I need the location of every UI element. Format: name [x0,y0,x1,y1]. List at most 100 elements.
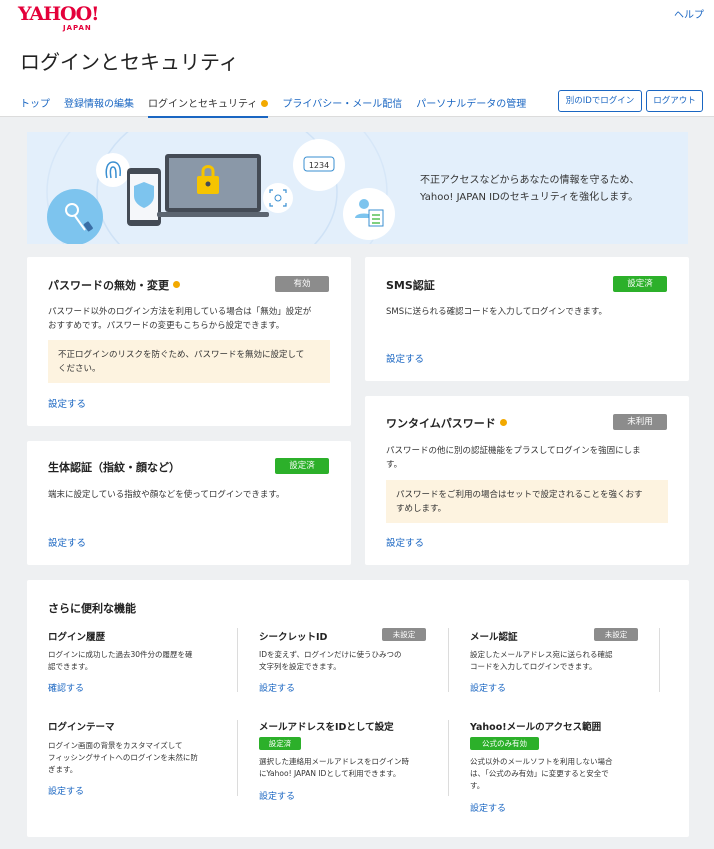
password-settings-link[interactable]: 設定する [48,396,86,410]
desc-line: コードを入力してログインできます。 [470,662,597,671]
security-hero-banner: 1234 不正アクセスなどからあなたの情報を守るため、 Yahoo! JAPAN… [27,132,688,244]
logo-main-text: YAHOO! [18,3,99,25]
password-warning-note: 不正ログインのリスクを防ぐため、パスワードを無効に設定して ください。 [48,340,330,383]
password-card-title-text: パスワードの無効・変更 [48,279,169,292]
page-header: YAHOO! JAPAN ヘルプ ログインとセキュリティ トップ 登録情報の編集… [0,0,714,118]
smartphone-shield-icon [127,168,161,226]
desc-line: 設定したメールアドレス宛に送られる確認 [470,650,613,659]
otp-settings-link[interactable]: 設定する [386,535,424,549]
more-features-title: さらに便利な機能 [48,602,136,615]
feature-login-theme-desc: ログイン画面の背景をカスタマイズして フィッシングサイトへのログインを未然に防 … [48,740,233,776]
user-document-icon [343,188,395,240]
hero-line-1: 不正アクセスなどからあなたの情報を守るため、 [420,175,640,186]
attention-dot-icon [499,419,507,426]
page-title: ログインとセキュリティ [20,50,239,74]
one-time-password-card: ワンタイムパスワード 未利用 パスワードの他に別の認証機能をプラスしてログインを… [365,396,689,565]
sms-auth-card: SMS認証 設定済 SMSに送られる確認コードを入力してログインできます。 設定… [365,257,689,381]
divider [659,628,660,692]
desc-line: おすすめです。パスワードの変更もこちらから設定できます。 [48,321,285,331]
feature-login-history-title: ログイン履歴 [48,632,106,643]
tab-personal-data[interactable]: パーソナルデータの管理 [416,95,526,118]
sms-card-title: SMS認証 [386,279,435,292]
divider [448,720,449,796]
status-badge: 未利用 [613,414,667,430]
bio-card-desc: 端末に設定している指紋や顔などを使ってログインできます。 [48,490,285,500]
sms-settings-link[interactable]: 設定する [386,351,424,365]
desc-line: にYahoo! JAPAN IDとして利用できます。 [259,769,401,778]
status-badge: 有効 [275,276,329,292]
otp-card-desc: パスワードの他に別の認証機能をプラスしてログインを強固にしま す。 [386,444,681,472]
help-link[interactable]: ヘルプ [674,6,704,21]
desc-line: 選択した連絡用メールアドレスをログイン時 [259,757,409,766]
desc-line: 認できます。 [48,662,93,671]
note-line: パスワードをご利用の場合はセットで設定されることを強くおす [396,490,643,500]
feature-secret-id-desc: IDを変えず、ログインだけに使うひみつの 文字列を設定できます。 [259,649,439,673]
divider [448,628,449,692]
logout-button[interactable]: ログアウト [646,90,703,112]
biometric-auth-card: 生体認証（指紋・顔など） 設定済 端末に設定している指紋や顔などを使ってログイン… [27,441,351,565]
note-line: 不正ログインのリスクを防ぐため、パスワードを無効に設定して [58,350,305,360]
note-line: すめします。 [396,504,447,514]
desc-line: す。 [470,781,485,790]
login-history-link[interactable]: 確認する [48,681,84,694]
tab-profile-edit[interactable]: 登録情報の編集 [64,95,134,118]
pin-code-icon: 1234 [293,139,345,191]
otp-card-title: ワンタイムパスワード [386,415,507,431]
desc-line: は、「公式のみ有効」に変更すると安全で [470,769,609,778]
nav-tabs: トップ 登録情報の編集 ログインとセキュリティ プライバシー・メール配信 パーソ… [20,95,540,118]
password-card-desc: パスワード以外のログイン方法を利用している場合は「無効」設定が おすすめです。パ… [48,305,343,333]
tab-privacy-mail[interactable]: プライバシー・メール配信 [282,95,402,118]
login-theme-settings-link[interactable]: 設定する [48,784,84,797]
more-features-card: さらに便利な機能 ログイン履歴 ログインに成功した過去30件分の履歴を確 認でき… [27,580,689,837]
attention-dot-icon [173,281,180,288]
password-card-title: パスワードの無効・変更 [48,277,180,293]
status-badge: 設定済 [259,737,301,750]
desc-line: ぎます。 [48,765,78,774]
mail-as-id-settings-link[interactable]: 設定する [259,789,295,802]
desc-line: IDを変えず、ログインだけに使うひみつの [259,650,402,659]
status-badge: 未設定 [594,628,638,641]
desc-line: パスワード以外のログイン方法を利用している場合は「無効」設定が [48,307,312,317]
sms-card-desc: SMSに送られる確認コードを入力してログインできます。 [386,307,608,317]
fingerprint-icon [96,153,130,187]
status-badge: 設定済 [275,458,329,474]
desc-line: 文字列を設定できます。 [259,662,341,671]
tab-top[interactable]: トップ [20,95,50,118]
divider [237,720,238,796]
desc-line: パスワードの他に別の認証機能をプラスしてログインを強固にしま [386,446,641,456]
tab-login-security[interactable]: ログインとセキュリティ [148,95,269,118]
feature-login-theme-title: ログインテーマ [48,722,115,733]
pin-code-text: 1234 [309,161,329,170]
mail-access-scope-settings-link[interactable]: 設定する [470,801,506,814]
feature-mail-as-id-title: メールアドレスをIDとして設定 [259,722,394,733]
desc-line: ログインに成功した過去30件分の履歴を確 [48,650,193,659]
laptop-lock-icon [157,154,269,217]
desc-line: 公式以外のメールソフトを利用しない場合 [470,757,613,766]
feature-mail-auth-title: メール認証 [470,632,518,643]
mail-auth-settings-link[interactable]: 設定する [470,681,506,694]
face-scan-icon [263,183,293,213]
otp-recommend-note: パスワードをご利用の場合はセットで設定されることを強くおす すめします。 [386,480,668,523]
yahoo-japan-logo[interactable]: YAHOO! JAPAN [18,4,113,32]
feature-mail-access-scope-desc: 公式以外のメールソフトを利用しない場合 は、「公式のみ有効」に変更すると安全で … [470,756,655,792]
logo-sub-text: JAPAN [63,24,92,32]
bio-card-title: 生体認証（指紋・顔など） [48,461,180,474]
key-icon [47,189,103,244]
desc-line: ログイン画面の背景をカスタマイズして [48,741,183,750]
bio-settings-link[interactable]: 設定する [48,535,86,549]
otp-card-title-text: ワンタイムパスワード [386,417,496,430]
login-other-id-button[interactable]: 別のIDでログイン [558,90,642,112]
divider [237,628,238,692]
feature-login-history-desc: ログインに成功した過去30件分の履歴を確 認できます。 [48,649,228,673]
feature-mail-auth-desc: 設定したメールアドレス宛に送られる確認 コードを入力してログインできます。 [470,649,650,673]
status-badge: 公式のみ有効 [470,737,539,750]
attention-dot-icon [261,100,269,107]
note-line: ください。 [58,364,101,374]
security-illustration: 1234 [46,132,395,244]
secret-id-settings-link[interactable]: 設定する [259,681,295,694]
status-badge: 未設定 [382,628,426,641]
hero-message: 不正アクセスなどからあなたの情報を守るため、 Yahoo! JAPAN IDのセ… [420,172,640,206]
tab-login-security-label: ログインとセキュリティ [148,99,258,110]
feature-mail-access-scope-title: Yahoo!メールのアクセス範囲 [470,722,602,733]
feature-secret-id-title: シークレットID [259,632,328,643]
